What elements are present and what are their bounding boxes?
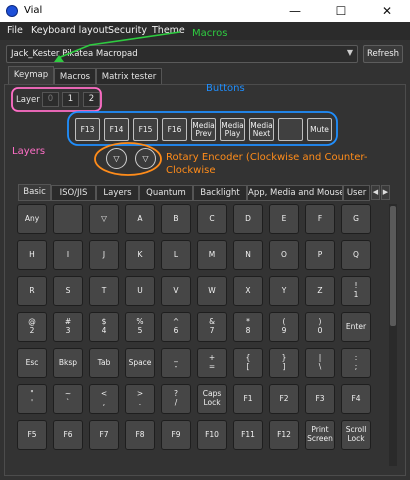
- annotation-encoder-line1: Rotary Encoder (Clockwise and Counter-: [166, 152, 368, 163]
- keycode-key[interactable]: ^ 6: [161, 312, 191, 342]
- keycode-key[interactable]: ! 1: [341, 276, 371, 306]
- keycode-key[interactable]: W: [197, 276, 227, 306]
- keycode-tab-user[interactable]: User: [343, 185, 370, 201]
- keycode-tab-layers[interactable]: Layers: [96, 185, 139, 201]
- keycode-key[interactable]: P: [305, 240, 335, 270]
- keycode-key[interactable]: F6: [53, 420, 83, 450]
- keycode-tab-app-media-mouse[interactable]: App, Media and Mouse: [247, 185, 343, 201]
- keycode-key[interactable]: Y: [269, 276, 299, 306]
- keycode-key[interactable]: Z: [305, 276, 335, 306]
- keycode-key[interactable]: F11: [233, 420, 263, 450]
- keycode-key[interactable]: A: [125, 204, 155, 234]
- keycode-key[interactable]: Scroll Lock: [341, 420, 371, 450]
- keycode-key[interactable]: J: [89, 240, 119, 270]
- keycode-key[interactable]: } ]: [269, 348, 299, 378]
- annotation-macros: Macros: [192, 28, 228, 39]
- keycode-tab-iso-jis[interactable]: ISO/JIS: [51, 185, 96, 201]
- keycode-key[interactable]: " ': [17, 384, 47, 414]
- keycode-key[interactable]: Bksp: [53, 348, 83, 378]
- keycode-key[interactable]: Print Screen: [305, 420, 335, 450]
- annotation-layers: Layers: [12, 146, 46, 157]
- keycode-key[interactable]: $ 4: [89, 312, 119, 342]
- keycode-key[interactable]: D: [233, 204, 263, 234]
- keycode-tab-backlight[interactable]: Backlight: [193, 185, 247, 201]
- annotation-buttons: Buttons: [206, 83, 245, 94]
- macros-arrow: [57, 31, 181, 59]
- keycode-key[interactable]: F1: [233, 384, 263, 414]
- keycode-key[interactable]: F8: [125, 420, 155, 450]
- keycode-key[interactable]: I: [53, 240, 83, 270]
- keycode-key[interactable]: + =: [197, 348, 227, 378]
- keycode-key[interactable]: % 5: [125, 312, 155, 342]
- keycode-key[interactable]: F3: [305, 384, 335, 414]
- keycode-key[interactable]: F5: [17, 420, 47, 450]
- keycode-key[interactable]: Caps Lock: [197, 384, 227, 414]
- keycode-key[interactable]: { [: [233, 348, 263, 378]
- keycode-key[interactable]: ? /: [161, 384, 191, 414]
- keycode-key[interactable]: F10: [197, 420, 227, 450]
- keycode-key[interactable]: F: [305, 204, 335, 234]
- scrollbar-thumb[interactable]: [390, 206, 396, 326]
- keycode-key[interactable]: F7: [89, 420, 119, 450]
- keycode-tab-quantum[interactable]: Quantum: [139, 185, 193, 201]
- keycode-key[interactable]: & 7: [197, 312, 227, 342]
- keycode-key[interactable]: : ;: [341, 348, 371, 378]
- tab-scroll-left-icon[interactable]: ◀: [371, 185, 380, 200]
- layers-highlight: [11, 87, 102, 112]
- keycode-scrollbar[interactable]: [389, 204, 397, 466]
- annotation-encoder-line2: Clockwise: [166, 165, 216, 176]
- keycode-key[interactable]: M: [197, 240, 227, 270]
- keycode-key[interactable]: R: [17, 276, 47, 306]
- keycode-key[interactable]: ) 0: [305, 312, 335, 342]
- keycode-key[interactable]: Q: [341, 240, 371, 270]
- keycode-key[interactable]: > .: [125, 384, 155, 414]
- keycode-key[interactable]: | \: [305, 348, 335, 378]
- keycode-key[interactable]: _ -: [161, 348, 191, 378]
- keycode-key[interactable]: @ 2: [17, 312, 47, 342]
- keycode-key[interactable]: F4: [341, 384, 371, 414]
- keycode-key[interactable]: S: [53, 276, 83, 306]
- keycode-key[interactable]: ▽: [89, 204, 119, 234]
- keycode-key[interactable]: F12: [269, 420, 299, 450]
- keycode-key[interactable]: Space: [125, 348, 155, 378]
- keycode-key[interactable]: Esc: [17, 348, 47, 378]
- keycode-key[interactable]: E: [269, 204, 299, 234]
- keycode-key[interactable]: * 8: [233, 312, 263, 342]
- keycode-key[interactable]: H: [17, 240, 47, 270]
- keycode-key[interactable]: X: [233, 276, 263, 306]
- keycode-key[interactable]: [53, 204, 83, 234]
- keycode-key[interactable]: < ,: [89, 384, 119, 414]
- keycode-key[interactable]: B: [161, 204, 191, 234]
- keycode-key[interactable]: G: [341, 204, 371, 234]
- keycode-key[interactable]: L: [161, 240, 191, 270]
- keycode-key[interactable]: F9: [161, 420, 191, 450]
- keycode-key[interactable]: T: [89, 276, 119, 306]
- encoder-highlight: [94, 142, 162, 176]
- keycode-key[interactable]: U: [125, 276, 155, 306]
- keycode-key[interactable]: Any: [17, 204, 47, 234]
- keycode-key[interactable]: O: [269, 240, 299, 270]
- keycode-key[interactable]: V: [161, 276, 191, 306]
- buttons-highlight: [67, 111, 338, 146]
- keycode-key[interactable]: N: [233, 240, 263, 270]
- keycode-key[interactable]: K: [125, 240, 155, 270]
- keycode-key[interactable]: ( 9: [269, 312, 299, 342]
- keycode-key[interactable]: C: [197, 204, 227, 234]
- keycode-key[interactable]: ~ `: [53, 384, 83, 414]
- keycode-key[interactable]: Enter: [341, 312, 371, 342]
- keycode-key[interactable]: # 3: [53, 312, 83, 342]
- keycode-tab-basic[interactable]: Basic: [18, 184, 51, 201]
- keycode-key[interactable]: F2: [269, 384, 299, 414]
- tab-scroll-right-icon[interactable]: ▶: [381, 185, 390, 200]
- keycode-key[interactable]: Tab: [89, 348, 119, 378]
